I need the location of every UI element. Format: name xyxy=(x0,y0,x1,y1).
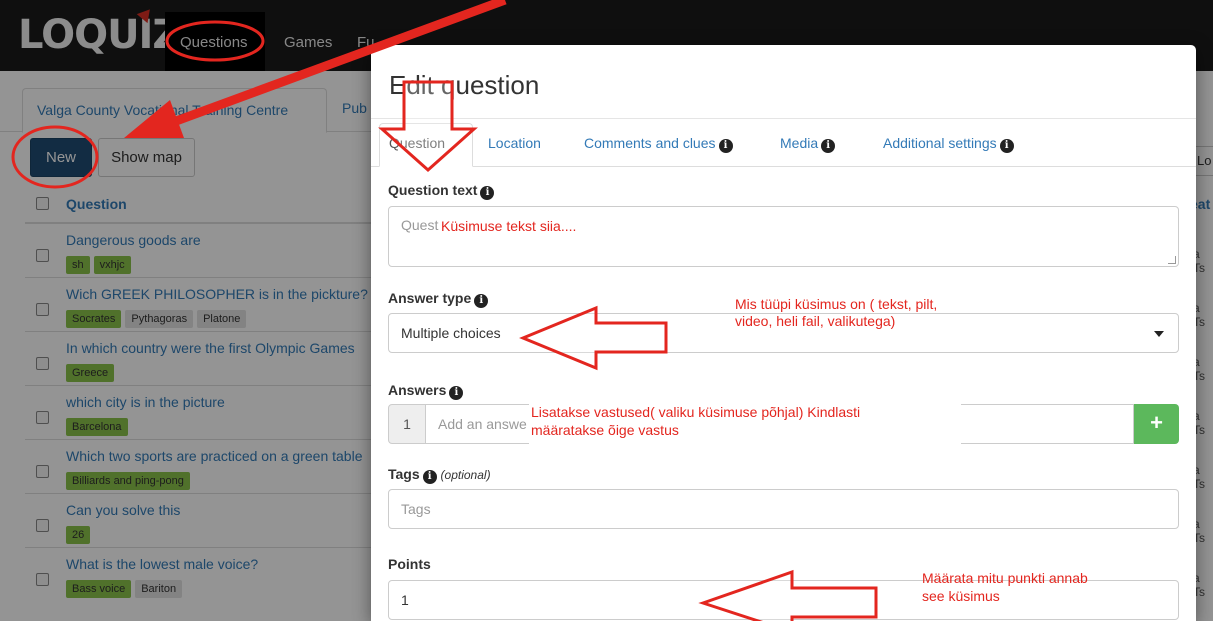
tags-optional-note: (optional) xyxy=(440,468,491,482)
points-label: Points xyxy=(388,556,431,572)
tab-comments-and-clues[interactable]: Comments and clues i xyxy=(584,135,733,153)
info-icon: i xyxy=(718,139,733,153)
info-icon: i xyxy=(449,386,464,400)
tags-label: Tags i (optional) xyxy=(388,466,491,484)
caret-down-icon xyxy=(1154,331,1164,337)
info-icon: i xyxy=(999,139,1014,153)
modal-tab-divider xyxy=(371,166,1196,167)
info-icon: i xyxy=(480,186,495,200)
tab-media[interactable]: Media i xyxy=(780,135,836,153)
answer-placeholder: Add an answe xyxy=(438,416,527,432)
answers-label: Answers i xyxy=(388,382,464,400)
annotation-answer-type-line1: Mis tüüpi küsimus on ( tekst, pilt, xyxy=(735,296,938,312)
modal-header-divider xyxy=(371,118,1196,119)
info-icon: i xyxy=(821,139,836,153)
question-text-placeholder: Quest xyxy=(401,217,439,233)
annotation-answers-line2: määratakse õige vastus xyxy=(531,422,679,438)
modal-title: Edit question xyxy=(389,70,540,100)
add-answer-button[interactable]: + xyxy=(1134,404,1179,444)
resize-handle-icon[interactable] xyxy=(1168,256,1176,264)
question-text-label: Question text i xyxy=(388,182,495,200)
answer-type-label: Answer type i xyxy=(388,290,489,308)
annotation-question-text: Küsimuse tekst siia.... xyxy=(441,218,577,234)
annotation-answer-type-line2: video, heli fail, valikutega) xyxy=(735,313,896,329)
annotation-points-line1: Määrata mitu punkti annab xyxy=(922,570,1088,586)
answer-type-value: Multiple choices xyxy=(401,325,501,341)
info-icon: i xyxy=(474,294,489,308)
plus-icon: + xyxy=(1150,410,1163,435)
answer-number: 1 xyxy=(388,404,426,444)
annotation-points-line2: see küsimus xyxy=(922,588,1000,604)
tab-location[interactable]: Location xyxy=(488,135,541,151)
info-icon: i xyxy=(422,470,437,484)
tab-additional-settings[interactable]: Additional settings i xyxy=(883,135,1014,153)
tab-question[interactable]: Question xyxy=(389,135,445,151)
edit-question-modal: Edit question Question Location Comments… xyxy=(371,45,1196,621)
annotation-answers-line1: Lisatakse vastused( valiku küsimuse põhj… xyxy=(531,404,861,420)
tags-input[interactable]: Tags xyxy=(388,489,1179,529)
